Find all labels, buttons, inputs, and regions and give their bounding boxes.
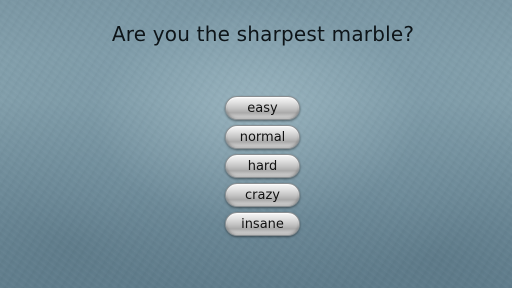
difficulty-easy-button[interactable]: easy bbox=[225, 96, 300, 120]
difficulty-hard-label: hard bbox=[247, 159, 278, 174]
game-title: Are you the sharpest marble? bbox=[111, 22, 415, 46]
difficulty-normal-button[interactable]: normal bbox=[225, 125, 300, 149]
difficulty-crazy-label: crazy bbox=[245, 188, 280, 203]
game-background: Are you the sharpest marble? easy normal… bbox=[0, 0, 512, 288]
difficulty-insane-button[interactable]: insane bbox=[225, 212, 300, 236]
difficulty-menu: easy normal hard crazy insane bbox=[225, 96, 300, 241]
difficulty-insane-label: insane bbox=[241, 217, 284, 232]
difficulty-easy-label: easy bbox=[247, 101, 278, 116]
difficulty-normal-label: normal bbox=[239, 130, 286, 145]
difficulty-hard-button[interactable]: hard bbox=[225, 154, 300, 178]
difficulty-crazy-button[interactable]: crazy bbox=[225, 183, 300, 207]
